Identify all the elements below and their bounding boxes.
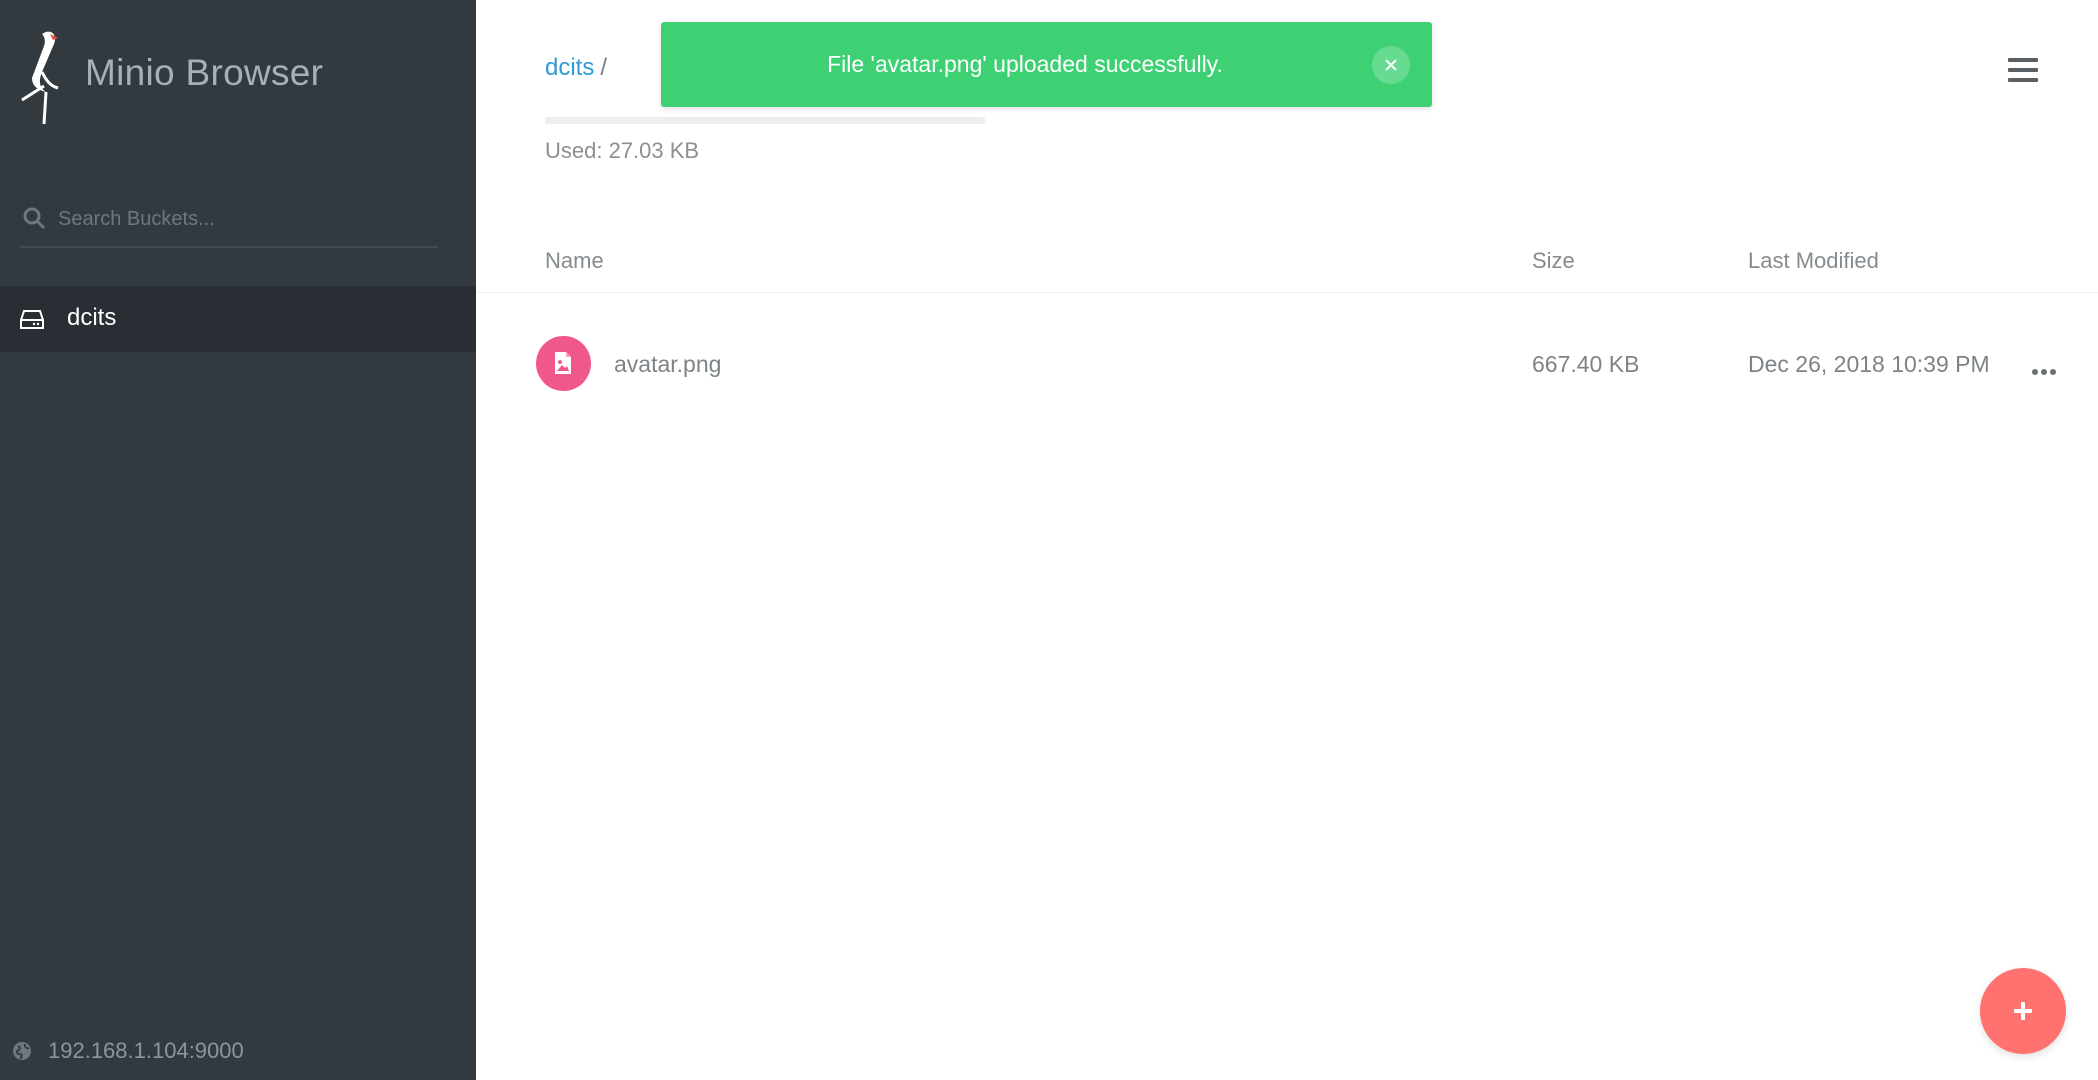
storage-used-text: Used: 27.03 KB [545,138,700,163]
breadcrumb-bucket-link[interactable]: dcits [545,54,594,81]
more-actions-icon[interactable] [2032,362,2060,375]
app-root: Minio Browser dcits 192.168.1. [0,0,2098,1080]
column-header-last-modified[interactable]: Last Modified [1748,248,1879,274]
column-header-name[interactable]: Name [545,248,604,274]
breadcrumb-separator: / [600,54,608,81]
bucket-search [20,196,438,248]
hard-drive-icon [20,310,44,329]
close-icon[interactable] [1372,46,1410,84]
search-icon [23,207,46,230]
search-buckets-input[interactable] [58,202,428,236]
file-name[interactable]: avatar.png [614,351,721,378]
table-header: Name Size Last Modified [476,230,2098,293]
breadcrumb: dcits / [545,54,607,82]
minio-logo-icon [21,31,59,125]
image-file-icon [536,336,591,391]
sidebar-item-dcits[interactable]: dcits [0,286,476,352]
upload-success-toast: File 'avatar.png' uploaded successfully. [661,22,1432,107]
file-size: 667.40 KB [1532,351,1640,377]
sidebar: Minio Browser dcits 192.168.1. [0,0,476,1080]
table-row[interactable]: avatar.png 667.40 KB Dec 26, 2018 10:39 … [476,320,2098,408]
globe-icon [13,1042,31,1060]
column-header-size[interactable]: Size [1532,248,1575,274]
host-label: 192.168.1.104:9000 [48,1038,244,1063]
sidebar-item-label: dcits [67,304,117,331]
brand-title: Minio Browser [85,52,324,93]
hamburger-menu-icon[interactable] [2008,58,2038,86]
file-last-modified: Dec 26, 2018 10:39 PM [1748,351,1990,377]
main-content: dcits / Used: 27.03 KB Name Size Last Mod… [476,0,2098,1080]
storage-usage-bar [545,117,985,124]
add-plus-button[interactable] [1980,968,2066,1054]
toast-message: File 'avatar.png' uploaded successfully. [827,51,1223,77]
